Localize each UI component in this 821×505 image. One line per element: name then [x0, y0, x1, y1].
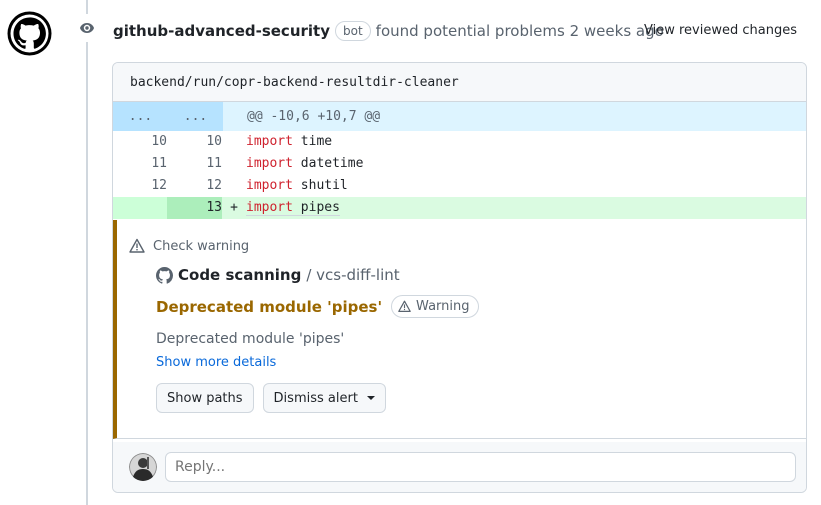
code-text: datetime — [292, 156, 364, 171]
code-scanning-alert: Check warning Code scanning / vcs-diff-l… — [113, 220, 806, 439]
show-paths-label: Show paths — [167, 390, 243, 406]
code-keyword: import — [246, 178, 293, 193]
hunk-header: @@ -10,6 +10,7 @@ — [247, 109, 381, 124]
caret-down-icon — [366, 396, 375, 400]
review-comment-card: backend/run/copr-backend-resultdir-clean… — [112, 62, 807, 493]
diff-line: 11 11 import datetime — [113, 153, 806, 175]
file-path-text[interactable]: backend/run/copr-backend-resultdir-clean… — [130, 75, 459, 90]
eye-icon — [74, 14, 100, 42]
code-text: shutil — [292, 178, 348, 193]
show-more-details-link[interactable]: Show more details — [156, 355, 276, 370]
old-line-number[interactable] — [113, 197, 167, 219]
new-line-number[interactable]: 10 — [167, 131, 222, 153]
user-avatar — [129, 453, 157, 481]
dismiss-alert-label: Dismiss alert — [273, 390, 358, 406]
code-keyword: import — [246, 134, 293, 149]
code-text: time — [292, 134, 333, 149]
code-line: import time — [246, 131, 806, 153]
timeline-line — [86, 0, 88, 505]
dismiss-alert-button[interactable]: Dismiss alert — [262, 383, 386, 413]
review-header: github-advanced-security bot found poten… — [113, 19, 821, 43]
alert-title-row: Deprecated module 'pipes' Warning — [156, 295, 806, 318]
show-paths-button[interactable]: Show paths — [156, 383, 254, 413]
code-text: pipes — [292, 200, 340, 215]
reply-input[interactable] — [165, 452, 796, 482]
diff-line-added: 13 + import pipes — [113, 197, 806, 219]
diff-marker — [222, 131, 246, 153]
check-warning: Check warning — [129, 238, 806, 254]
expand-left[interactable]: ... — [113, 102, 168, 131]
alert-description: Deprecated module 'pipes' — [156, 331, 345, 347]
check-warning-label: Check warning — [153, 238, 250, 254]
hunk-header-row: ... ... @@ -10,6 +10,7 @@ — [113, 102, 806, 131]
diff-table: ... ... @@ -10,6 +10,7 @@ 10 10 import t… — [113, 102, 806, 219]
scan-rule-name: / vcs-diff-lint — [306, 266, 400, 284]
new-line-number[interactable]: 13 — [167, 197, 222, 219]
new-line-number[interactable]: 12 — [167, 175, 222, 197]
alert-title-link[interactable]: Deprecated module 'pipes' — [156, 298, 382, 316]
github-mark-icon — [156, 266, 173, 284]
new-line-number[interactable]: 11 — [167, 153, 222, 175]
view-reviewed-changes-link[interactable]: View reviewed changes — [644, 19, 797, 43]
file-path[interactable]: backend/run/copr-backend-resultdir-clean… — [113, 63, 806, 102]
diff-marker — [222, 153, 246, 175]
scan-tool-name: Code scanning — [178, 266, 302, 284]
old-line-number[interactable]: 12 — [113, 175, 167, 197]
bot-badge: bot — [335, 21, 371, 41]
severity-badge: Warning — [391, 295, 479, 318]
action-text: found potential problems — [375, 22, 565, 40]
code-line: import shutil — [246, 175, 806, 197]
expand-right[interactable]: ... — [168, 102, 223, 131]
code-line: import pipes — [246, 197, 806, 219]
alert-actions: Show paths Dismiss alert — [156, 383, 806, 413]
code-keyword: import — [246, 156, 293, 171]
old-line-number[interactable]: 10 — [113, 131, 167, 153]
old-line-number[interactable]: 11 — [113, 153, 167, 175]
github-avatar-icon[interactable] — [7, 11, 52, 56]
alert-triangle-icon — [129, 238, 145, 254]
diff-line: 10 10 import time — [113, 131, 806, 153]
diff-marker — [222, 175, 246, 197]
scan-source: Code scanning / vcs-diff-lint — [156, 266, 806, 284]
author-link[interactable]: github-advanced-security — [113, 22, 330, 40]
diff-line: 12 12 import shutil — [113, 175, 806, 197]
reply-row — [113, 442, 806, 492]
severity-label: Warning — [416, 299, 470, 314]
diff-marker: + — [230, 200, 238, 215]
alert-triangle-icon — [398, 300, 411, 313]
code-line: import datetime — [246, 153, 806, 175]
code-keyword: import — [246, 200, 293, 215]
